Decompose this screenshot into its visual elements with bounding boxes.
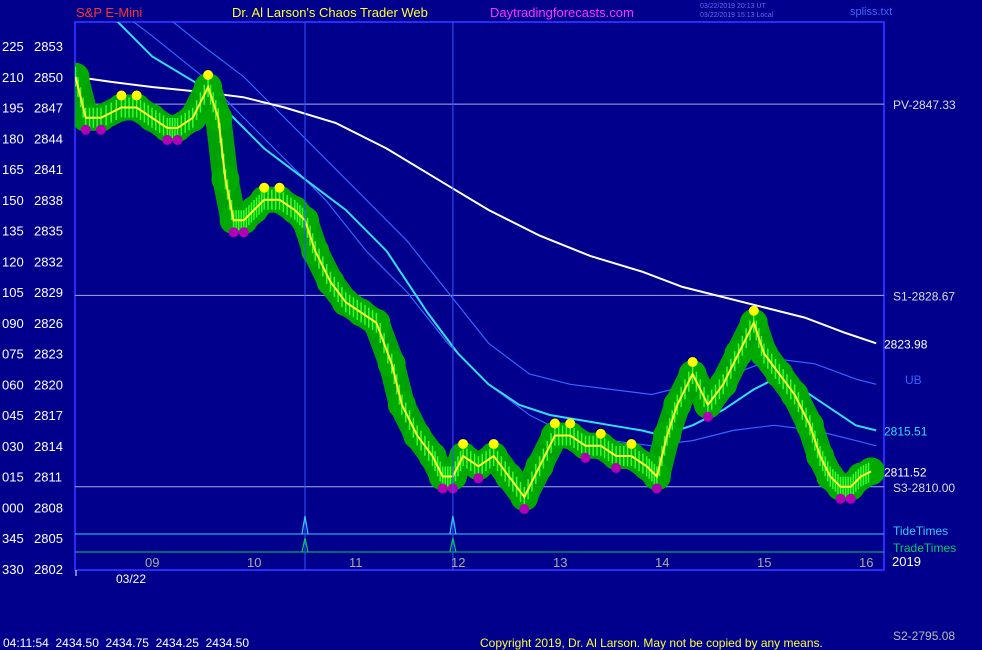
level-label: S1-2828.67 (893, 289, 955, 303)
y-price-label: 2817 (34, 408, 63, 423)
x-hour-label: 12 (451, 555, 465, 570)
swing-low-dot (238, 227, 249, 238)
y-axis-labels: 225 2853 210 2850 195 2847 180 2844 165 2841 150 28… (2, 39, 63, 577)
y-angle-label: 030 (2, 439, 24, 454)
swing-low-dot (835, 493, 846, 504)
time-local: 03/22/2019 15:13 Local (700, 12, 774, 19)
y-price-label: 2850 (34, 70, 63, 85)
site-title: Dr. Al Larson's Chaos Trader Web (232, 5, 428, 20)
x-hour-label: 09 (145, 555, 159, 570)
y-angle-label: 150 (2, 193, 24, 208)
y-price-label: 2808 (34, 500, 63, 515)
y-angle-label: 195 (2, 101, 24, 116)
swing-low-dot (96, 124, 106, 135)
x-hour-label: 15 (757, 555, 771, 570)
swing-high-dot (626, 439, 637, 449)
y-angle-label: 000 (2, 500, 24, 515)
swing-high-dot (549, 418, 560, 429)
symbol-title: S&P E-Mini (76, 5, 142, 20)
y-price-label: 2829 (34, 285, 63, 300)
y-price-label: 2823 (34, 347, 63, 362)
x-year: 2019 (892, 554, 921, 569)
y-price-label: 2820 (34, 377, 63, 392)
y-price-label: 2838 (34, 193, 63, 208)
y-price-label: 2814 (34, 439, 63, 454)
swing-low-dot (162, 135, 173, 145)
swing-low-dot (172, 135, 183, 145)
swing-high-dot (488, 439, 499, 449)
swing-low-dot (519, 504, 530, 514)
cyan-end-label: 2815.51 (884, 424, 928, 438)
y-angle-label: 180 (2, 131, 24, 146)
x-hour-label: 13 (553, 555, 567, 570)
white-end-label: 2823.98 (884, 337, 928, 351)
y-price-label: 2832 (34, 254, 63, 269)
y-price-label: 2835 (34, 224, 63, 239)
y-angle-label: 210 (2, 70, 24, 85)
y-angle-label: 075 (2, 347, 24, 362)
swing-low-dot (702, 411, 713, 422)
time-utc: 03/22/2019 20:13 UT (700, 3, 766, 10)
swing-high-dot (259, 182, 270, 193)
price-end-label: 2811.52 (884, 465, 927, 479)
swing-high-dot (203, 70, 214, 80)
x-hour-label: 11 (349, 555, 363, 570)
chart: PV-2847.33 S1-2828.67 S3-2810.00 225 2853 21… (2, 3, 956, 650)
y-price-label: 2844 (34, 131, 63, 146)
y-angle-label: 045 (2, 408, 24, 423)
y-angle-label: 135 (2, 224, 24, 239)
swing-low-dot (611, 463, 622, 473)
swing-high-dot (458, 439, 469, 449)
level-label: S3-2810.00 (893, 481, 955, 495)
file-name: spliss.txt (850, 6, 892, 18)
y-angle-label: 345 (2, 531, 24, 546)
swing-low-dot (580, 452, 591, 463)
swing-low-dot (80, 124, 91, 135)
swing-high-dot (687, 357, 698, 367)
y-price-label: 2847 (34, 101, 63, 116)
y-angle-label: 165 (2, 162, 24, 177)
y-price-label: 2805 (34, 531, 63, 546)
x-date: 03/22 (116, 572, 146, 586)
y-angle-label: 060 (2, 377, 24, 392)
y-angle-label: 105 (2, 285, 24, 300)
y-angle-label: 225 (2, 39, 24, 54)
swing-low-dot (437, 483, 448, 494)
y-price-label: 2826 (34, 316, 63, 331)
swing-low-dot (228, 227, 239, 238)
y-angle-label: 330 (2, 562, 24, 577)
tide-times-label: TideTimes (893, 524, 948, 538)
y-price-label: 2802 (34, 562, 63, 577)
x-hour-label: 10 (247, 555, 261, 570)
x-hour-label: 16 (859, 555, 873, 570)
site-url[interactable]: Daytradingforecasts.com (490, 5, 634, 20)
y-price-label: 2811 (34, 470, 62, 485)
swing-high-dot (116, 90, 127, 101)
swing-high-dot (131, 90, 142, 101)
x-hour-label: 14 (655, 555, 669, 570)
swing-low-dot (651, 483, 662, 494)
trade-times-label: TradeTimes (893, 541, 956, 555)
swing-low-dot (845, 493, 856, 504)
swing-high-dot (595, 428, 606, 439)
blue-end-label: UB (905, 373, 922, 387)
footer-quote: 04:11:54 2434.50 2434.75 2434.25 2434.50 (3, 636, 249, 650)
y-angle-label: 015 (2, 470, 24, 485)
swing-high-dot (565, 418, 576, 429)
end-labels: 2823.98 2815.51 2811.52 UB (884, 337, 928, 479)
level-label: PV-2847.33 (893, 98, 956, 112)
y-price-label: 2853 (34, 39, 63, 54)
y-angle-label: 090 (2, 316, 24, 331)
swing-low-dot (473, 473, 484, 484)
footer-copyright: Copyright 2019, Dr. Al Larson. May not b… (480, 636, 823, 650)
s2-level-label: S2-2795.08 (893, 629, 955, 643)
y-price-label: 2841 (34, 162, 63, 177)
y-angle-label: 120 (2, 254, 24, 269)
swing-high-dot (748, 305, 759, 316)
swing-high-dot (274, 182, 285, 193)
